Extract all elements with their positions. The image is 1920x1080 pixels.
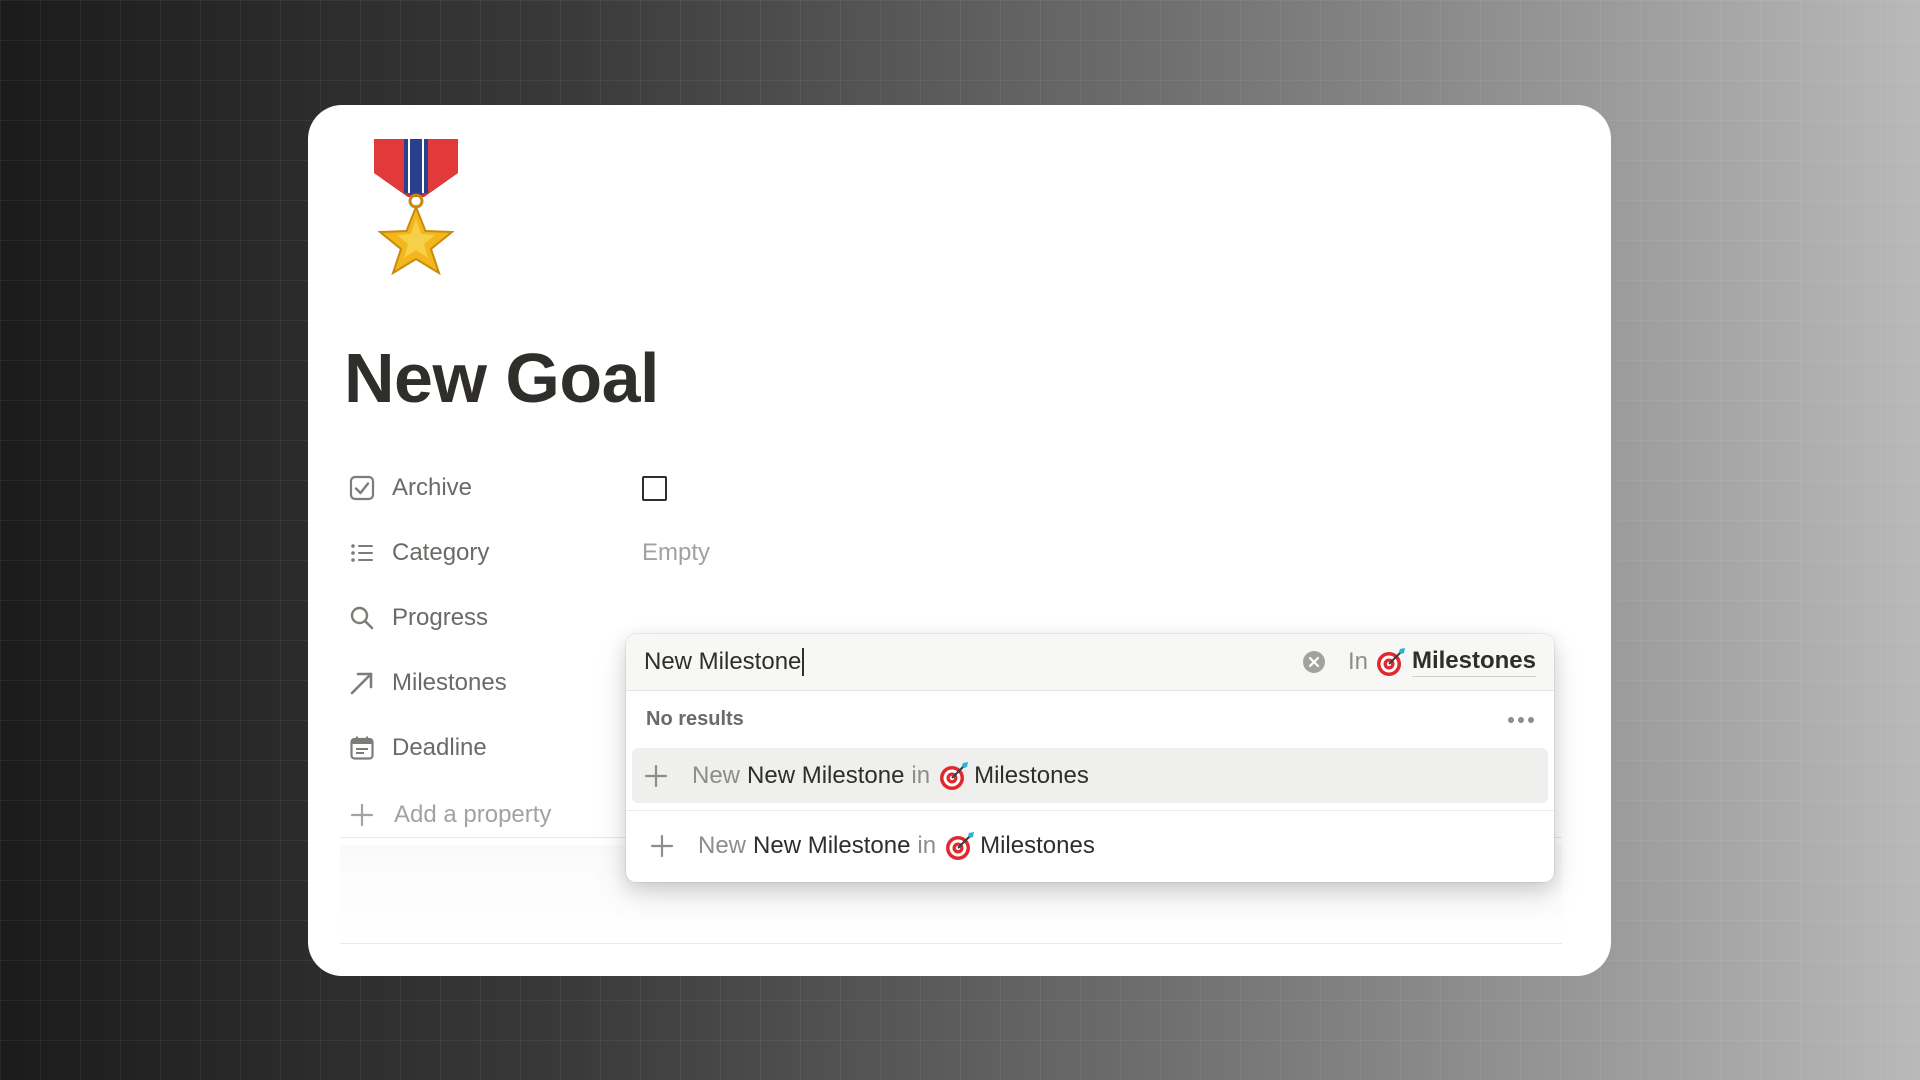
property-label: Archive xyxy=(392,474,473,501)
property-deadline[interactable]: Deadline xyxy=(348,728,487,768)
page-title[interactable]: New Goal xyxy=(344,338,659,418)
no-results-label: No results xyxy=(646,708,744,730)
property-label: Category xyxy=(392,539,490,566)
dart-target-icon xyxy=(939,761,969,791)
dart-target-icon xyxy=(945,831,975,861)
option-prefix: New xyxy=(698,831,747,859)
results-header: No results xyxy=(626,691,1554,748)
relation-search-bar: New Milestone In Milestones xyxy=(626,634,1554,691)
search-icon xyxy=(348,604,376,632)
relation-arrow-icon xyxy=(348,669,376,697)
category-value[interactable]: Empty xyxy=(642,533,710,573)
option-name: New Milestone xyxy=(747,761,905,789)
list-icon xyxy=(348,539,376,567)
option-in: in xyxy=(917,831,937,859)
plus-icon xyxy=(648,832,676,860)
relation-search-input[interactable]: New Milestone xyxy=(644,648,1302,676)
text-caret xyxy=(802,648,805,676)
checkbox-box[interactable] xyxy=(642,475,667,501)
clear-search-icon[interactable] xyxy=(1302,650,1326,674)
relation-search-popup: New Milestone In Milestones No results N… xyxy=(626,634,1554,882)
option-in: in xyxy=(911,761,931,789)
page-card: New Goal Archive Category Empty Progress… xyxy=(308,105,1611,976)
option-database: Milestones xyxy=(980,831,1095,859)
add-property-label: Add a property xyxy=(394,801,552,828)
property-label: Deadline xyxy=(392,734,487,761)
dart-target-icon xyxy=(1376,647,1406,677)
plus-icon xyxy=(348,801,376,829)
checkbox-icon xyxy=(348,474,376,502)
body-divider xyxy=(340,943,1562,944)
property-label: Progress xyxy=(392,604,489,631)
option-name: New Milestone xyxy=(753,831,911,859)
property-progress[interactable]: Progress xyxy=(348,598,488,638)
property-archive[interactable]: Archive xyxy=(348,468,472,508)
option-prefix: New xyxy=(692,761,741,789)
create-option-highlighted[interactable]: New New Milestone in Milestones xyxy=(632,748,1548,803)
add-property-button[interactable]: Add a property xyxy=(348,795,551,835)
target-database-link[interactable]: Milestones xyxy=(1411,647,1536,677)
military-medal-icon[interactable] xyxy=(368,135,464,276)
archive-checkbox[interactable] xyxy=(642,468,667,508)
calendar-icon xyxy=(348,734,376,762)
option-database: Milestones xyxy=(974,761,1089,789)
property-category[interactable]: Category xyxy=(348,533,489,573)
in-label: In xyxy=(1347,648,1368,675)
more-options-icon[interactable] xyxy=(1508,716,1534,723)
property-milestones[interactable]: Milestones xyxy=(348,663,507,703)
create-option[interactable]: New New Milestone in Milestones xyxy=(626,818,1554,873)
plus-icon xyxy=(642,762,670,790)
property-label: Milestones xyxy=(392,669,507,696)
option-divider xyxy=(626,810,1554,811)
search-input-text: New Milestone xyxy=(644,648,802,675)
